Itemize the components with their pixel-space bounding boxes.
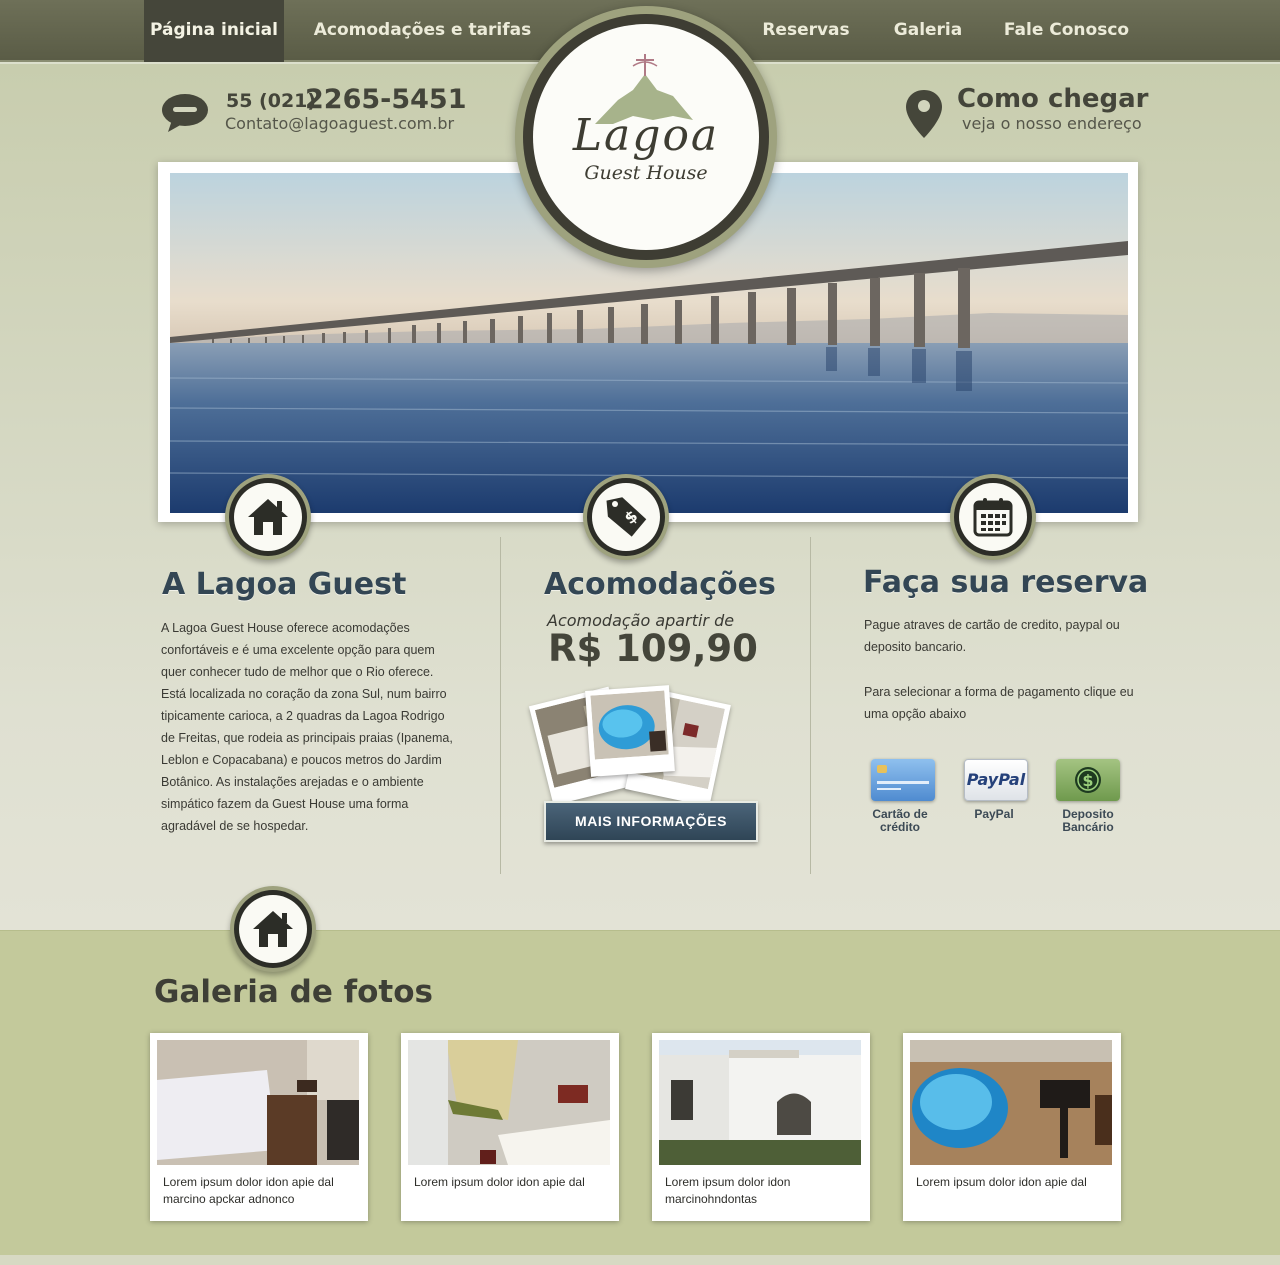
column-divider bbox=[810, 537, 811, 874]
phone-prefix: 55 (021) bbox=[226, 90, 317, 112]
gallery-photo bbox=[408, 1040, 610, 1165]
gallery-photo bbox=[910, 1040, 1112, 1165]
house-icon bbox=[248, 499, 288, 535]
gallery-caption: Lorem ipsum dolor idon apie dal marcino … bbox=[163, 1175, 334, 1206]
house-icon bbox=[253, 911, 293, 947]
accommodation-title: Acomodações bbox=[544, 567, 776, 602]
map-pin-icon[interactable] bbox=[904, 88, 944, 140]
footer-strip bbox=[0, 1255, 1280, 1265]
logo-subtitle: Guest House bbox=[584, 162, 708, 184]
dollar-icon[interactable]: $ bbox=[1056, 759, 1120, 801]
about-title: A Lagoa Guest bbox=[162, 567, 407, 602]
gallery-photo bbox=[157, 1040, 359, 1165]
gallery-card[interactable]: Lorem ipsum dolor idon marcinohndontas bbox=[652, 1033, 870, 1221]
gallery-card[interactable]: Lorem ipsum dolor idon apie dal bbox=[903, 1033, 1121, 1221]
gallery-photo bbox=[659, 1040, 861, 1165]
reservation-icon-badge bbox=[950, 474, 1036, 560]
phone-number[interactable]: 2265-5451 bbox=[305, 84, 467, 115]
accommodation-price: R$ 109,90 bbox=[548, 627, 758, 670]
gallery-icon-badge bbox=[230, 886, 316, 972]
directions-subtitle[interactable]: veja o nosso endereço bbox=[962, 114, 1142, 133]
credit-card-icon[interactable] bbox=[871, 759, 935, 801]
nav-item-gallery[interactable]: Galeria bbox=[884, 0, 972, 62]
directions-title[interactable]: Como chegar bbox=[957, 84, 1148, 114]
column-divider bbox=[500, 537, 501, 874]
calendar-icon bbox=[973, 498, 1013, 537]
gallery-caption: Lorem ipsum dolor idon apie dal bbox=[916, 1175, 1087, 1189]
nav-item-home[interactable]: Página inicial bbox=[144, 0, 284, 62]
accommodation-icon-badge: $ bbox=[583, 474, 669, 560]
nav-item-accommodations[interactable]: Acomodações e tarifas bbox=[310, 0, 535, 62]
svg-text:$: $ bbox=[1082, 771, 1093, 790]
nav-item-contact[interactable]: Fale Conosco bbox=[998, 0, 1135, 62]
reservation-text: Pague atraves de cartão de credito, payp… bbox=[864, 618, 1120, 654]
payment-label-paypal[interactable]: PayPal bbox=[949, 808, 1039, 821]
gallery-card[interactable]: Lorem ipsum dolor idon apie dal bbox=[401, 1033, 619, 1221]
pool-photo-thumbnail bbox=[585, 685, 675, 777]
about-text: A Lagoa Guest House oferece acomodações … bbox=[161, 621, 453, 833]
logo-name: Lagoa bbox=[572, 110, 720, 161]
gallery-caption: Lorem ipsum dolor idon apie dal bbox=[414, 1175, 585, 1189]
contact-email[interactable]: Contato@lagoaguest.com.br bbox=[225, 114, 454, 133]
about-icon-badge bbox=[225, 474, 311, 560]
speech-bubble-icon bbox=[162, 94, 208, 132]
paypal-icon[interactable]: PayPal bbox=[964, 759, 1028, 801]
gallery-title: Galeria de fotos bbox=[154, 974, 433, 1010]
gallery-card[interactable]: Lorem ipsum dolor idon apie dal marcino … bbox=[150, 1033, 368, 1221]
more-info-button[interactable]: MAIS INFORMAÇÕES bbox=[544, 801, 758, 842]
nav-item-reservations[interactable]: Reservas bbox=[752, 0, 860, 62]
payment-label-card[interactable]: Cartão de crédito bbox=[855, 808, 945, 834]
reservation-title: Faça sua reserva bbox=[863, 565, 1149, 600]
gallery-caption: Lorem ipsum dolor idon marcinohndontas bbox=[665, 1175, 791, 1206]
payment-label-deposit[interactable]: Deposito Bancário bbox=[1043, 808, 1133, 834]
logo[interactable]: Lagoa Guest House bbox=[533, 24, 759, 250]
reservation-instructions: Para selecionar a forma de pagamento cli… bbox=[864, 685, 1134, 721]
price-tag-icon: $ bbox=[606, 497, 647, 537]
